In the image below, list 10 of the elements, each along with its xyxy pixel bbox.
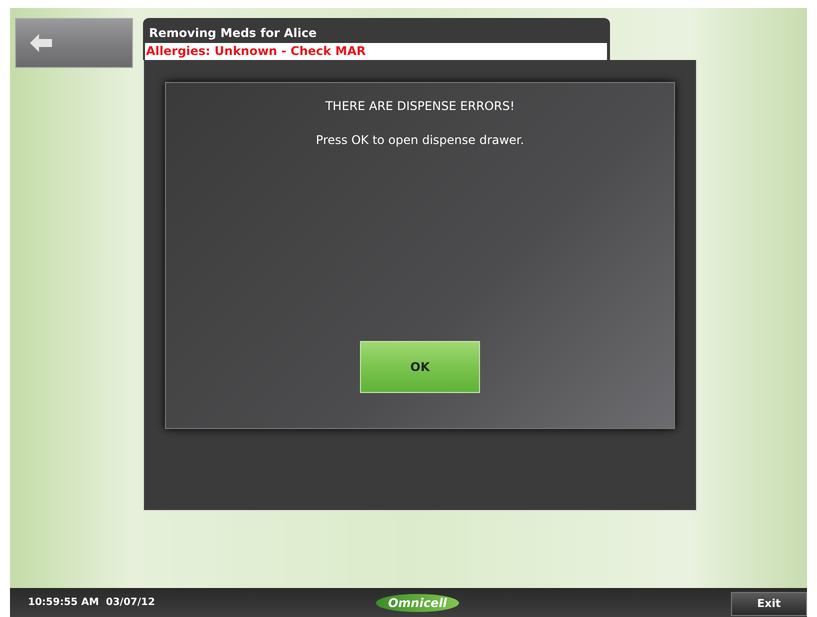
timestamp: 10:59:55 AM 03/07/12 (28, 597, 156, 608)
logo-badge: Omnicell (376, 594, 459, 612)
exit-button[interactable]: Exit (731, 592, 807, 616)
patient-title: Removing Meds for Alice (149, 26, 318, 41)
ok-button[interactable]: OK (360, 341, 480, 393)
dialog-message: Press OK to open dispense drawer. (316, 133, 524, 147)
back-arrow-icon (30, 34, 52, 52)
dialog-heading: THERE ARE DISPENSE ERRORS! (325, 99, 515, 113)
back-button[interactable] (15, 18, 133, 68)
allergy-warning: Allergies: Unknown - Check MAR (145, 43, 607, 60)
